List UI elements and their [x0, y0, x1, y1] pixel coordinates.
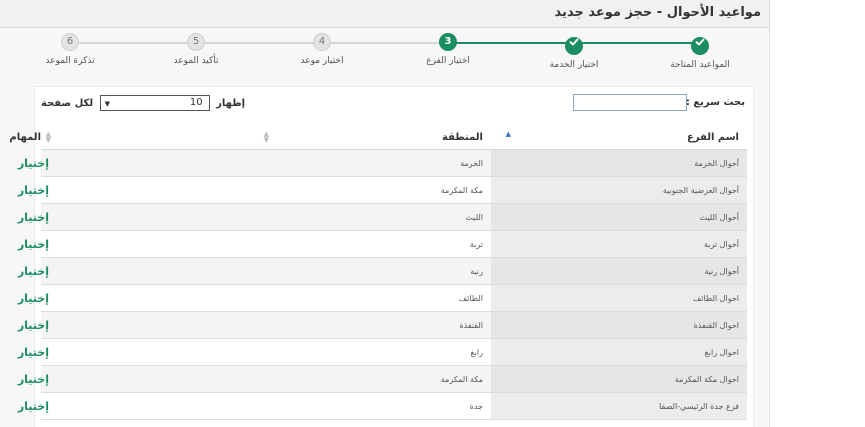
choose-branch-link[interactable]: إختيار	[18, 265, 49, 278]
page-length-value: 10	[189, 97, 203, 108]
sort-asc-icon: ▲	[505, 130, 511, 138]
region-name: جدة	[249, 392, 491, 420]
table-row: أحوال العرضية الجنوبية مكة المكرمة إختيار	[18, 176, 747, 204]
table-row: أحوال الخرمة الخرمة إختيار	[18, 149, 747, 177]
region-name: الخرمة	[249, 149, 491, 177]
row-actions: إختيار	[18, 230, 249, 258]
choose-branch-link[interactable]: إختيار	[18, 184, 49, 197]
check-icon	[565, 37, 583, 55]
branch-name: احوال الطائف	[491, 284, 747, 312]
step-3: 3 اختيار الفرع	[398, 33, 498, 66]
row-actions: إختيار	[18, 176, 249, 204]
table-row: احوال القنفذة القنفذة إختيار	[18, 311, 747, 339]
show-label: إظهار	[216, 97, 246, 109]
step-4: 4 اختيار موعد	[272, 33, 372, 66]
choose-branch-link[interactable]: إختيار	[18, 373, 49, 386]
choose-branch-link[interactable]: إختيار	[18, 400, 49, 413]
step-label: المواعيد المتاحة	[670, 60, 730, 70]
sort-both-icon: ▲ ▼	[263, 130, 269, 144]
branch-name: احوال القنفذة	[491, 311, 747, 339]
branch-name: فرع جدة الرئيسي-الصفا	[491, 392, 747, 420]
table-row: احوال الطائف الطائف إختيار	[18, 284, 747, 312]
row-actions: إختيار	[18, 338, 249, 366]
column-header-actions[interactable]: المهام ▲ ▼	[9, 125, 249, 150]
step-label: اختيار الفرع	[426, 56, 470, 66]
table-row: احوال مكة المكرمة مكة المكرمة إختيار	[18, 365, 747, 393]
column-header-branch[interactable]: اسم الفرع ▲	[491, 125, 747, 150]
region-name: رنية	[249, 257, 491, 285]
choose-branch-link[interactable]: إختيار	[18, 211, 49, 224]
page-length-select[interactable]: 10 ▼	[99, 95, 210, 111]
check-icon	[691, 37, 709, 55]
row-actions: إختيار	[18, 311, 249, 339]
step-5: 5 تأكيد الموعد	[146, 33, 246, 66]
table-row: فرع جدة الرئيسي-الصفا جدة إختيار	[18, 392, 747, 420]
step-number: 6	[61, 33, 79, 51]
region-name: رابغ	[249, 338, 491, 366]
sort-both-icon: ▲ ▼	[45, 130, 51, 144]
branch-name: أحوال تربة	[491, 230, 747, 258]
table-row: أحوال الليث الليث إختيار	[18, 203, 747, 231]
search-label: بحث سريع :	[685, 97, 745, 108]
step-label: تأكيد الموعد	[173, 56, 219, 66]
region-name: الليث	[249, 203, 491, 231]
dropdown-arrow-icon: ▼	[104, 100, 110, 108]
table-header-row: اسم الفرع ▲ المنطقة ▲ ▼ المهام ▲ ▼	[9, 125, 747, 150]
choose-branch-link[interactable]: إختيار	[18, 319, 49, 332]
table-row: أحوال تربة تربة إختيار	[18, 230, 747, 258]
branch-name: أحوال الليث	[491, 203, 747, 231]
row-actions: إختيار	[18, 284, 249, 312]
region-name: مكة المكرمة	[249, 176, 491, 204]
step-number: 3	[439, 33, 457, 51]
per-page-label: لكل صفحة	[41, 97, 94, 109]
step-label: اختيار موعد	[300, 56, 344, 66]
table-body: أحوال الخرمة الخرمة إختيار أحوال العرضية ال…	[18, 149, 747, 420]
branches-table: اسم الفرع ▲ المنطقة ▲ ▼ المهام ▲ ▼ أحوال ا…	[9, 125, 747, 420]
step-6: 6 تذكرة الموعد	[20, 33, 120, 66]
page-title: مواعيد الأحوال - حجز موعد جديد	[554, 5, 761, 20]
step-2: اختيار الخدمة	[524, 33, 624, 70]
branch-name: احوال مكة المكرمة	[491, 365, 747, 393]
row-actions: إختيار	[18, 365, 249, 393]
step-label: تذكرة الموعد	[45, 56, 95, 66]
page-header: مواعيد الأحوال - حجز موعد جديد	[0, 0, 769, 28]
row-actions: إختيار	[18, 203, 249, 231]
main-panel: مواعيد الأحوال - حجز موعد جديد المواعيد …	[0, 0, 770, 427]
step-label: اختيار الخدمة	[549, 60, 599, 70]
booking-stepper: المواعيد المتاحة اختيار الخدمة 3 اختيار الف…	[30, 33, 740, 73]
branch-name: أحوال رنية	[491, 257, 747, 285]
region-name: مكة المكرمة	[249, 365, 491, 393]
page-length-control: إظهار 10 ▼ لكل صفحة	[41, 95, 245, 113]
choose-branch-link[interactable]: إختيار	[18, 157, 49, 170]
column-header-region[interactable]: المنطقة ▲ ▼	[249, 125, 491, 150]
choose-branch-link[interactable]: إختيار	[18, 292, 49, 305]
branch-list-panel: بحث سريع : إظهار 10 ▼ لكل صفحة اسم الفرع…	[9, 86, 754, 427]
region-name: القنفذة	[249, 311, 491, 339]
table-row: احوال رابغ رابغ إختيار	[18, 338, 747, 366]
step-number: 4	[313, 33, 331, 51]
branch-name: أحوال الخرمة	[491, 149, 747, 177]
choose-branch-link[interactable]: إختيار	[18, 346, 49, 359]
branch-name: احوال رابغ	[491, 338, 747, 366]
table-controls: بحث سريع : إظهار 10 ▼ لكل صفحة	[35, 87, 753, 123]
choose-branch-link[interactable]: إختيار	[18, 238, 49, 251]
step-number: 5	[187, 33, 205, 51]
row-actions: إختيار	[18, 257, 249, 285]
branch-name: أحوال العرضية الجنوبية	[491, 176, 747, 204]
table-row: أحوال رنية رنية إختيار	[18, 257, 747, 285]
region-name: تربة	[249, 230, 491, 258]
row-actions: إختيار	[18, 392, 249, 420]
search-input[interactable]	[573, 94, 687, 111]
row-actions: إختيار	[18, 149, 249, 177]
step-1: المواعيد المتاحة	[650, 33, 750, 70]
region-name: الطائف	[249, 284, 491, 312]
